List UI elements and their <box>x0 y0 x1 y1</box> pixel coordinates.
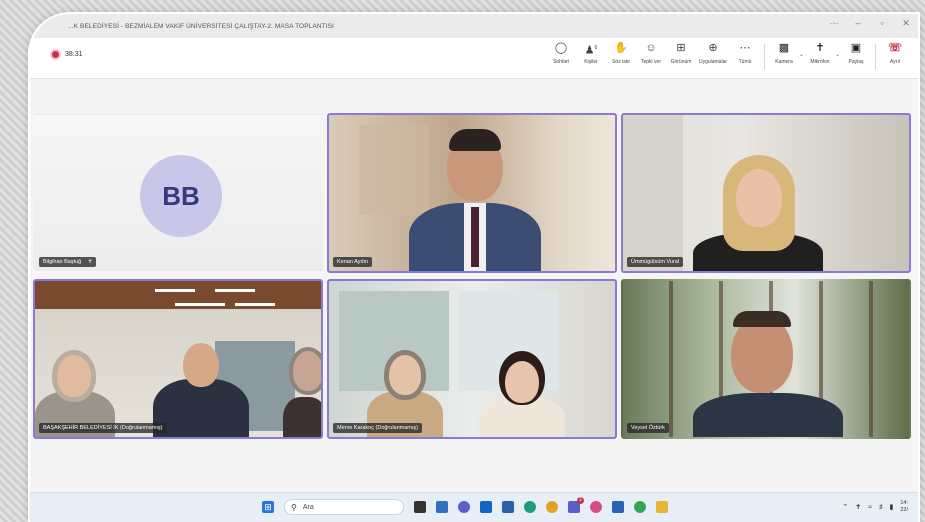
widgets-icon[interactable] <box>436 501 448 513</box>
avatar: BB <box>140 155 222 237</box>
ceiling-light <box>215 289 255 292</box>
more-options-icon[interactable]: ··· <box>828 18 840 29</box>
search-icon: ⚲ <box>291 502 297 512</box>
raise-hand-button[interactable]: ✋ Söz iste <box>606 41 636 65</box>
more-button[interactable]: ⋯ Tümü <box>730 41 760 65</box>
recording-time: 38:31 <box>65 51 83 58</box>
chat-app-icon[interactable] <box>458 501 470 513</box>
taskbar-search-input[interactable]: ⚲ Ara <box>284 499 404 515</box>
participant-tile-bilgihan[interactable]: BB Bilgihan Baştuğ ✝ <box>33 113 323 273</box>
ellipsis-icon: ⋯ <box>739 42 751 54</box>
chevron-up-icon[interactable]: ⌃ <box>842 503 848 511</box>
video-background-door <box>623 115 683 271</box>
people-icon: ♟6 <box>584 44 598 57</box>
wifi-icon[interactable]: ≈ <box>868 504 872 511</box>
toolbar-divider <box>875 44 876 70</box>
meeting-toolbar: 38:31 ◯ Sohbet ♟6 Kişiler ✋ Söz iste ☺ T… <box>30 38 918 79</box>
task-view-icon[interactable] <box>414 501 426 513</box>
plus-box-icon: ⊕ <box>708 42 718 54</box>
participant-name: Veysel Öztürk <box>627 423 669 433</box>
video-person-head <box>389 355 421 395</box>
video-person-hair <box>449 129 501 151</box>
participant-tile-ummugulsum[interactable]: Ümmügülsüm Vural <box>621 113 911 273</box>
participant-tile-kenan[interactable]: Kenan Aydın <box>327 113 617 273</box>
mic-muted-icon: ✝ <box>87 259 93 265</box>
taskbar-apps: ⊞ ⚲ Ara 2 <box>262 497 668 515</box>
view-button[interactable]: ⊞ Görünüm <box>666 41 696 65</box>
file-explorer-icon[interactable] <box>656 501 668 513</box>
ceiling-light <box>235 303 275 306</box>
edge-icon[interactable] <box>524 501 536 513</box>
video-person-head <box>505 361 539 403</box>
minimize-button[interactable]: – <box>852 18 864 29</box>
clock[interactable]: 14: 22/ <box>900 500 908 514</box>
camera-off-icon: ▩ <box>778 42 790 54</box>
ceiling-light <box>155 289 195 292</box>
mic-button[interactable]: ✝ Mikrofon <box>805 41 835 65</box>
participant-tile-merve[interactable]: Merve Karakoç (Doğrulanmamış) <box>327 279 617 439</box>
react-button[interactable]: ☺ Tepki ver <box>636 41 666 65</box>
ceiling-light <box>175 303 225 306</box>
restore-button[interactable]: ▫ <box>876 18 888 29</box>
video-person <box>479 397 565 437</box>
share-icon: ▣ <box>850 42 862 54</box>
participant-name: Merve Karakoç (Doğrulanmamış) <box>333 423 422 433</box>
video-person-head <box>57 355 91 397</box>
video-person-tie <box>471 207 479 267</box>
mail-icon[interactable] <box>612 501 624 513</box>
window-controls: ··· – ▫ ✕ <box>828 18 912 29</box>
outlook-icon[interactable] <box>480 501 492 513</box>
chat-icon: ◯ <box>554 42 568 54</box>
grid-icon: ⊞ <box>676 42 686 54</box>
security-icon[interactable] <box>502 501 514 513</box>
video-person-hair <box>733 311 791 327</box>
video-grid: BB Bilgihan Baştuğ ✝ Kenan Aydın Ümmügül… <box>30 79 918 489</box>
title-bar: ...K BELEDİYESİ - BEZMİALEM VAKIF ÜNİVER… <box>30 14 918 38</box>
teams-meeting-window: ...K BELEDİYESİ - BEZMİALEM VAKIF ÜNİVER… <box>30 14 918 522</box>
toolbar-actions: ◯ Sohbet ♟6 Kişiler ✋ Söz iste ☺ Tepki v… <box>546 41 910 70</box>
video-person <box>153 379 249 437</box>
people-count: 6 <box>594 45 598 51</box>
chrome-profile-icon[interactable] <box>634 501 646 513</box>
window-title: ...K BELEDİYESİ - BEZMİALEM VAKIF ÜNİVER… <box>68 22 334 30</box>
video-background-window <box>359 125 429 215</box>
battery-icon[interactable]: ▮ <box>889 503 893 511</box>
phone-hangup-icon: ☏ <box>888 42 902 54</box>
volume-icon[interactable]: ♯ <box>879 504 883 511</box>
participant-name: Ümmügülsüm Vural <box>627 257 684 267</box>
participant-name: BAŞAKŞEHİR BELEDİYESİ İK (Doğrulanmamış) <box>39 423 167 433</box>
video-person-head <box>293 351 321 391</box>
recording-indicator: 38:31 <box>52 51 83 58</box>
share-button[interactable]: ▣ Paylaş <box>841 41 871 65</box>
video-person-head <box>736 169 782 227</box>
participant-name: Kenan Aydın <box>333 257 373 267</box>
smiley-icon: ☺ <box>645 42 657 54</box>
video-person <box>693 393 843 437</box>
paint-icon[interactable] <box>590 501 602 513</box>
teams-icon[interactable]: 2 <box>568 497 584 513</box>
participant-name: Bilgihan Baştuğ ✝ <box>39 257 97 267</box>
system-tray: ⌃ ✝ ≈ ♯ ▮ 14: 22/ <box>842 500 908 514</box>
video-person <box>283 397 321 437</box>
video-person-head <box>183 343 219 387</box>
camera-button[interactable]: ▩ Kamera <box>769 41 799 65</box>
mic-off-tray-icon[interactable]: ✝ <box>855 503 861 511</box>
people-button[interactable]: ♟6 Kişiler <box>576 41 606 65</box>
mic-off-icon: ✝ <box>815 42 825 54</box>
hand-icon: ✋ <box>614 42 628 54</box>
apps-button[interactable]: ⊕ Uygulamalar <box>696 41 730 65</box>
close-button[interactable]: ✕ <box>900 18 912 29</box>
notification-badge: 2 <box>577 497 584 504</box>
record-icon <box>52 51 59 58</box>
chat-button[interactable]: ◯ Sohbet <box>546 41 576 65</box>
participant-tile-veysel[interactable]: Veysel Öztürk <box>621 279 911 439</box>
chrome-icon[interactable] <box>546 501 558 513</box>
participant-tile-basaksehir[interactable]: BAŞAKŞEHİR BELEDİYESİ İK (Doğrulanmamış) <box>33 279 323 439</box>
windows-taskbar: ⊞ ⚲ Ara 2 ⌃ ✝ ≈ ♯ ▮ 14: 22/ <box>30 492 918 522</box>
toolbar-divider <box>764 44 765 70</box>
leave-button[interactable]: ☏ Ayrıl <box>880 41 910 65</box>
windows-start-icon[interactable]: ⊞ <box>262 501 274 513</box>
